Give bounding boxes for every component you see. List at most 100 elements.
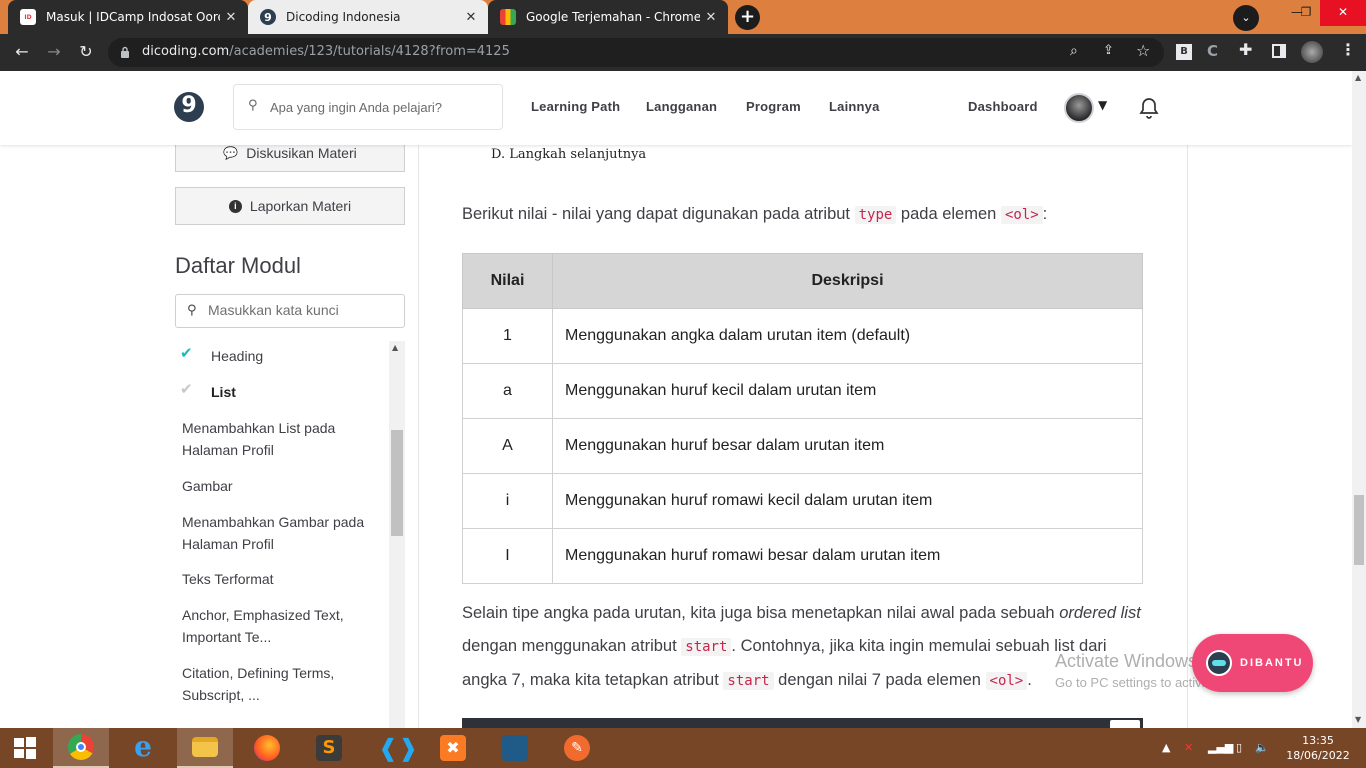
signal-icon[interactable]: ▂▄▆ [1208,741,1233,754]
tab-close-icon[interactable]: ✕ [700,10,722,25]
menu-kebab-icon[interactable]: ⋮ [1340,40,1356,59]
page-scrollbar-thumb[interactable] [1354,495,1364,565]
report-material-button[interactable]: i Laporkan Materi [175,187,405,225]
show-hidden-icons-chevron-icon[interactable]: ▲ [1162,741,1170,754]
module-list-title: Daftar Modul [175,253,301,278]
scroll-down-arrow-icon[interactable]: ▼ [1355,715,1361,724]
module-item[interactable]: Anchor, Emphasized Text, Important Te... [182,604,367,648]
nav-program[interactable]: Program [746,99,801,114]
battery-icon[interactable]: ▯ [1236,741,1242,754]
taskbar-xampp[interactable]: ✖ [425,728,481,768]
scroll-up-arrow-icon[interactable]: ▲ [1355,73,1361,82]
bell-icon[interactable] [1139,97,1159,119]
page-scrollbar[interactable]: ▲ ▼ [1352,71,1366,728]
dicoding-logo[interactable]: 9 [174,92,204,122]
bookmark-star-icon[interactable]: ☆ [1136,41,1150,60]
clock-date: 18/06/2022 [1286,749,1350,762]
site-search-box[interactable]: ⚲ [233,84,503,130]
back-arrow-icon[interactable]: ← [11,41,33,63]
module-list-scrollbar-thumb[interactable] [391,430,403,536]
start-button[interactable] [0,728,50,768]
module-item-heading[interactable]: Heading [211,345,401,367]
network-blocked-icon[interactable]: ✕ [1184,741,1193,754]
module-sidebar: 💬 Diskusikan Materi i Laporkan Materi Da… [0,134,419,728]
dibantu-help-button[interactable]: DIBANTU [1192,634,1313,692]
share-icon[interactable]: ⇪ [1103,43,1114,58]
module-search-input[interactable] [208,302,398,318]
robot-icon [1206,650,1232,676]
paragraph-text: Selain tipe angka pada urutan, kita juga… [462,604,1055,622]
taskbar-vscode[interactable]: ❰❱ [363,728,419,768]
tab-dicoding[interactable]: 9 Dicoding Indonesia ✕ [248,0,488,34]
module-search-box[interactable]: ⚲ [175,294,405,328]
table-row: 1 Menggunakan angka dalam urutan item (de… [462,308,1143,364]
xampp-icon: ✖ [440,735,466,761]
intro-text: pada elemen [900,205,997,223]
module-item[interactable]: Gambar [182,475,372,497]
table-row: i Menggunakan huruf romawi kecil dalam ur… [462,473,1143,529]
value-cell: A [462,418,553,474]
dibantu-label: DIBANTU [1240,657,1304,669]
taskbar-chrome[interactable] [53,728,109,768]
pen-tool-icon: ✎ [564,735,590,761]
module-item-list[interactable]: List [211,381,401,403]
zoom-icon[interactable]: ⌕ [1070,43,1078,59]
value-cell: i [462,473,553,529]
module-item[interactable]: Citation, Defining Terms, Subscript, ... [182,662,367,706]
code-ol: <ol> [985,672,1028,690]
extension-c-icon[interactable]: C [1207,42,1218,60]
web-page: 9 ⚲ Learning Path Langganan Program Lain… [0,71,1352,728]
tab-google-translate[interactable]: Google Terjemahan - Chrome Web Store ✕ [488,0,728,34]
right-divider [1187,145,1188,728]
module-item[interactable]: Menambahkan Gambar pada Halaman Profil [182,511,372,555]
taskbar-edge[interactable]: e [115,728,171,768]
module-list-scrollbar[interactable]: ▲ [389,341,405,728]
system-clock[interactable]: 13:35 18/06/2022 [1278,733,1358,763]
volume-icon[interactable]: 🔈 [1255,741,1269,754]
nav-dashboard[interactable]: Dashboard [968,99,1038,114]
module-list: ✔ Heading ✔ List Menambahkan List pada H… [175,341,405,728]
tab-idcamp[interactable]: ID Masuk | IDCamp Indosat Ooredoo ✕ [8,0,248,34]
module-item[interactable]: Teks Terformat [182,568,372,590]
site-search-input[interactable] [270,97,490,117]
taskbar-sublime[interactable]: S [301,728,357,768]
scroll-up-arrow-icon[interactable]: ▲ [392,343,398,352]
close-window-button[interactable]: ✕ [1320,0,1366,26]
check-icon: ✔ [180,380,193,398]
extensions-puzzle-icon[interactable]: ✚ [1239,40,1252,59]
tab-close-icon[interactable]: ✕ [220,10,242,25]
profile-avatar-icon[interactable] [1301,41,1323,63]
check-icon: ✔ [180,344,193,362]
new-tab-button[interactable]: + [735,5,760,30]
nav-learning-path[interactable]: Learning Path [531,99,620,114]
address-bar[interactable]: dicoding.com/academies/123/tutorials/412… [108,38,1164,67]
browser-tab-strip: ID Masuk | IDCamp Indosat Ooredoo ✕ 9 Di… [0,0,1366,34]
taskbar-file-explorer[interactable] [177,728,233,768]
taskbar-firefox[interactable] [239,728,295,768]
taskbar-app-pen[interactable]: ✎ [549,728,605,768]
code-block [462,718,1143,728]
extension-b-icon[interactable]: B [1176,44,1192,60]
chevron-down-icon[interactable]: ▼ [1098,98,1107,112]
forward-arrow-icon[interactable]: → [43,41,65,63]
search-icon: ⚲ [187,303,197,318]
tab-search-button[interactable]: ⌄ [1233,5,1259,31]
clock-time: 13:35 [1302,734,1334,747]
side-panel-icon[interactable] [1272,44,1286,58]
nav-lainnya[interactable]: Lainnya [829,99,880,114]
table-row: A Menggunakan huruf besar dalam urutan it… [462,418,1143,474]
windows-logo-icon [14,737,36,759]
column-header-nilai: Nilai [462,253,553,309]
folder-icon [192,737,218,757]
copy-code-button[interactable] [1110,720,1140,728]
value-cell: I [462,528,553,584]
nav-langganan[interactable]: Langganan [646,99,717,114]
chrome-icon [68,734,94,760]
description-cell: Menggunakan angka dalam urutan item (def… [552,308,1143,364]
reload-icon[interactable]: ↻ [75,41,97,63]
module-item[interactable]: Menambahkan List pada Halaman Profil [182,417,372,461]
taskbar-mysql-workbench[interactable] [487,728,543,768]
windows-taskbar: e S ❰❱ ✖ ✎ ▲ ✕ ▂▄▆ ▯ 🔈 13:35 18/06/2022 [0,728,1366,768]
tab-close-icon[interactable]: ✕ [460,10,482,25]
user-avatar[interactable] [1064,93,1094,123]
